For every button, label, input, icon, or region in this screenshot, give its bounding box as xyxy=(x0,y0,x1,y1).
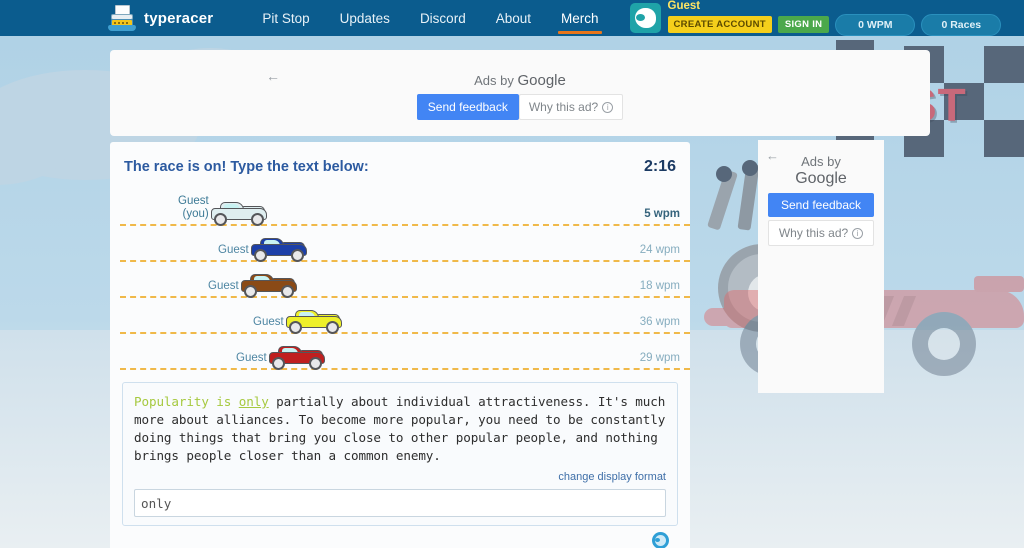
race-lane: Guest 24 wpm xyxy=(120,226,690,262)
info-icon: i xyxy=(602,101,614,113)
racer-name-text: Guest xyxy=(208,280,239,292)
racer: Guest xyxy=(208,272,297,298)
side-info-icon: i xyxy=(852,227,864,239)
races-stat-badge[interactable]: 0 Races xyxy=(921,13,1002,36)
wpm-stat-badge[interactable]: 0 WPM xyxy=(835,13,916,36)
nav-link-about[interactable]: About xyxy=(481,0,546,36)
race-track: Guest (you) 5 wpm Guest 24 wpm Guest 18 wpm Gue… xyxy=(110,190,690,370)
nav-link-pit-stop[interactable]: Pit Stop xyxy=(247,0,324,36)
race-lane: Guest 36 wpm xyxy=(120,298,690,334)
race-header: The race is on! Type the text below: 2:1… xyxy=(110,158,690,176)
account-area: Guest CREATE ACCOUNT SIGN IN 0 WPM 0 Rac… xyxy=(629,0,1002,36)
racer-wpm: 36 wpm xyxy=(639,316,680,328)
racer-you-label: (you) xyxy=(182,208,209,220)
racer-car-icon xyxy=(210,200,267,226)
racer-car-icon xyxy=(250,236,307,262)
side-google-wordmark: Google xyxy=(795,170,847,187)
racer-wpm: 5 wpm xyxy=(644,208,680,220)
racer-name-text: Guest xyxy=(218,244,249,256)
passage-current-word: only xyxy=(238,394,269,409)
send-feedback-button[interactable]: Send feedback xyxy=(416,94,519,120)
side-why-this-ad-button[interactable]: Why this ad? i xyxy=(768,220,874,246)
google-wordmark: Google xyxy=(517,72,566,89)
race-lane: Guest 29 wpm xyxy=(120,334,690,370)
racer-name-text: Guest xyxy=(236,352,267,364)
why-this-ad-label: Why this ad? xyxy=(528,100,599,114)
account-name: Guest xyxy=(667,0,701,12)
brand-name: typeracer xyxy=(144,9,214,27)
nav-link-merch[interactable]: Merch xyxy=(546,0,614,36)
racer-wpm: 29 wpm xyxy=(639,352,680,364)
passage-text: Popularity is only partially about indiv… xyxy=(134,393,666,465)
top-navigation-bar: typeracer Pit Stop Updates Discord About… xyxy=(0,0,1024,36)
racer-car-icon xyxy=(240,272,297,298)
create-account-button[interactable]: CREATE ACCOUNT xyxy=(667,16,772,33)
nav-link-updates[interactable]: Updates xyxy=(325,0,405,36)
race-lane: Guest (you) 5 wpm xyxy=(120,190,690,226)
racer-name: Guest xyxy=(236,352,267,370)
side-send-feedback-button[interactable]: Send feedback xyxy=(768,193,874,217)
side-ads-by-prefix: Ads by xyxy=(801,154,841,169)
racer: Guest xyxy=(253,308,342,334)
side-why-this-ad-label: Why this ad? xyxy=(778,226,849,240)
racer-name: Guest (you) xyxy=(178,195,209,226)
helmet-avatar-icon[interactable] xyxy=(629,3,661,33)
racer-name-text: Guest xyxy=(253,316,284,328)
racer-name: Guest xyxy=(218,244,249,262)
race-lane: Guest 18 wpm xyxy=(120,262,690,298)
signal-knob xyxy=(742,160,758,176)
account-block: Guest CREATE ACCOUNT SIGN IN 0 WPM 0 Rac… xyxy=(667,0,1002,36)
signal-knob xyxy=(716,166,732,182)
race-panel: The race is on! Type the text below: 2:1… xyxy=(110,142,690,548)
typing-input[interactable] xyxy=(134,489,666,517)
racer: Guest (you) xyxy=(178,195,267,226)
typing-area: Popularity is only partially about indiv… xyxy=(122,382,678,548)
ads-by-prefix: Ads by xyxy=(474,73,518,88)
racer-wpm: 24 wpm xyxy=(639,244,680,256)
sign-in-button[interactable]: SIGN IN xyxy=(777,16,830,33)
racer-name-text: Guest xyxy=(178,195,209,207)
passage-typed: Popularity is xyxy=(134,394,239,409)
change-display-format-link[interactable]: change display format xyxy=(134,471,666,483)
racer-car-icon xyxy=(268,344,325,370)
typewriter-icon xyxy=(108,5,136,31)
racer-name: Guest xyxy=(208,280,239,298)
brand-logo-link[interactable]: typeracer xyxy=(108,5,213,31)
why-this-ad-button[interactable]: Why this ad? i xyxy=(518,94,624,120)
racer-wpm: 18 wpm xyxy=(639,280,680,292)
race-timer: 2:16 xyxy=(643,158,676,175)
racer-name: Guest xyxy=(253,316,284,334)
race-title: The race is on! Type the text below: xyxy=(124,159,369,175)
side-ads-by-google-label: Ads by Google xyxy=(758,153,884,187)
racer: Guest xyxy=(236,344,325,370)
side-ad-panel: ← Ads by Google Send feedback Why this a… xyxy=(758,140,884,393)
ad-button-group: Send feedback Why this ad? i xyxy=(110,94,930,120)
nav-link-discord[interactable]: Discord xyxy=(405,0,481,36)
ads-by-google-label: Ads by Google xyxy=(110,72,930,89)
racer-car-icon xyxy=(285,308,342,334)
racer: Guest xyxy=(218,236,307,262)
helmet-icon[interactable] xyxy=(652,532,669,548)
top-ad-panel: ← Ads by Google Send feedback Why this a… xyxy=(110,50,930,136)
